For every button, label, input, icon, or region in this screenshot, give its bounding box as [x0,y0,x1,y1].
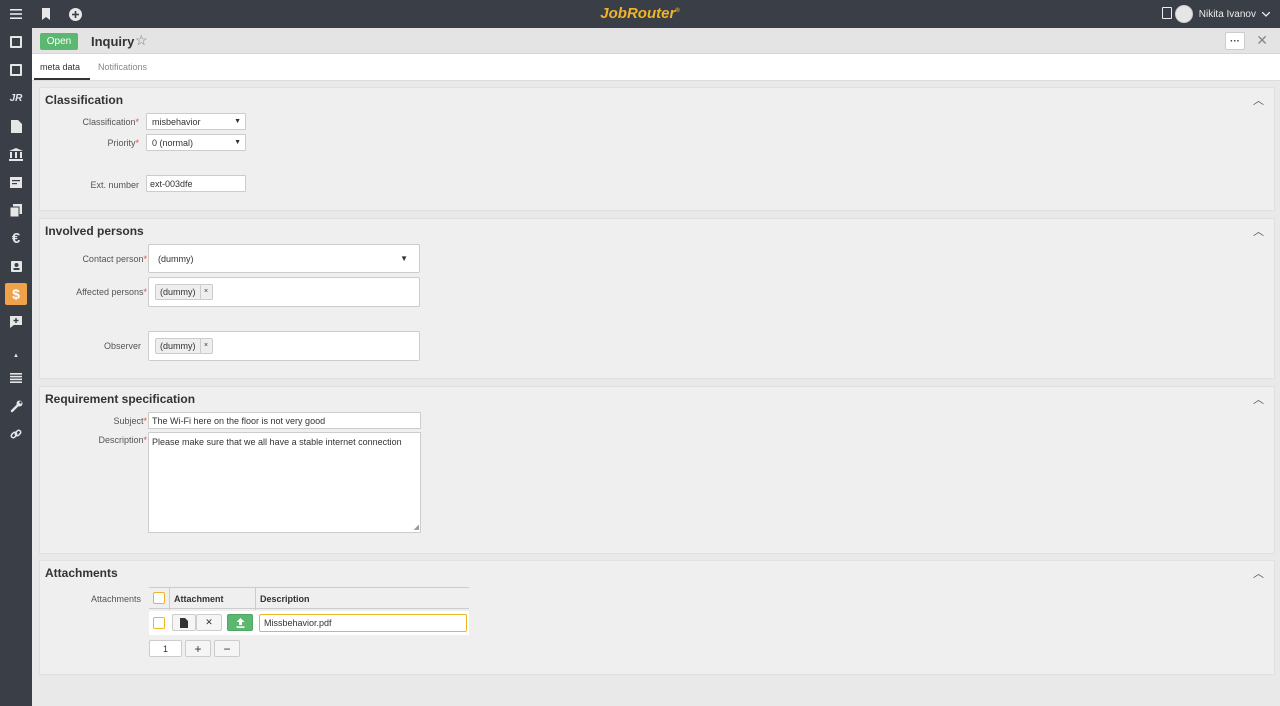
column-header-attachment: Attachment [174,594,224,604]
section-requirement-specification: Requirement specification ︿ Subject* The… [39,386,1275,554]
sidebar: JR € $ ▲ [0,28,32,706]
page-title: Inquiry [91,34,135,49]
section-title: Attachments [45,566,118,580]
contact-person-label: Contact person* [82,254,147,264]
person-tag: (dummy) × [155,338,213,354]
sidebar-dollar-icon[interactable]: $ [5,283,27,305]
remove-file-icon[interactable]: ✕ [196,614,222,631]
table-header: Attachment Description [149,587,469,610]
section-classification: Classification ︿ Classification* misbeha… [39,87,1275,211]
top-bar: JobRouter® Nikita Ivanov [0,0,1280,28]
section-title: Classification [45,93,124,107]
dropdown-arrow-icon: ▼ [234,118,241,125]
collapse-chevron-icon[interactable]: ︿ [1253,565,1264,581]
affected-persons-input[interactable]: (dummy) × [148,277,420,307]
table-row: ✕ Missbehavior.pdf [149,611,469,635]
star-icon[interactable]: ☆ [135,32,148,49]
classification-label: Classification* [82,117,139,127]
remove-row-button[interactable]: − [214,640,240,657]
resize-handle-icon[interactable]: ◢ [414,523,419,531]
bookmark-icon[interactable] [32,0,60,28]
description-label: Description* [98,435,147,445]
avatar [1174,5,1193,23]
more-options-button[interactable]: ··· [1225,32,1245,50]
sidebar-form-icon[interactable] [5,171,27,193]
tab-meta-data[interactable]: meta data [40,62,80,72]
sidebar-inbox-icon[interactable] [5,31,27,53]
sidebar-wrench-icon[interactable] [5,395,27,417]
sidebar-jr-icon[interactable]: JR [5,87,27,109]
section-attachments: Attachments ︿ Attachments Attachment Des… [39,560,1275,675]
sidebar-feedback-icon[interactable] [5,311,27,333]
collapse-chevron-icon[interactable]: ︿ [1253,391,1264,407]
user-name: Nikita Ivanov [1198,8,1256,20]
collapse-chevron-icon[interactable]: ︿ [1253,223,1264,239]
row-count-input[interactable]: 1 [149,640,182,657]
dropdown-arrow-icon: ▼ [400,254,408,263]
section-title: Involved persons [45,224,144,238]
observer-input[interactable]: (dummy) × [148,331,420,361]
sidebar-bank-icon[interactable] [5,143,27,165]
add-row-button[interactable]: + [185,640,211,657]
close-icon[interactable]: ✕ [1256,32,1268,49]
subject-input[interactable]: The Wi-Fi here on the floor is not very … [148,412,421,429]
tag-remove-icon[interactable]: × [199,339,212,353]
sidebar-list-icon[interactable] [5,367,27,389]
tab-notifications[interactable]: Notifications [98,62,147,72]
select-all-checkbox[interactable] [153,592,165,604]
description-textarea[interactable]: Please make sure that we all have a stab… [148,432,421,533]
status-open-button[interactable]: Open [40,33,78,50]
sidebar-euro-icon[interactable]: € [5,227,27,249]
sidebar-collapse-icon[interactable]: ▲ [5,345,27,367]
active-tab-indicator [34,78,90,80]
collapse-chevron-icon[interactable]: ︿ [1253,92,1264,108]
ext-number-input[interactable]: ext-003dfe [146,175,246,192]
dropdown-arrow-icon: ▼ [234,139,241,146]
attachment-description-input[interactable]: Missbehavior.pdf [259,614,467,632]
ext-number-label: Ext. number [90,180,139,190]
section-title: Requirement specification [45,392,196,406]
affected-persons-label: Affected persons* [76,287,147,297]
file-icon[interactable] [172,614,196,631]
row-checkbox[interactable] [153,617,165,629]
app-logo: JobRouter® [600,5,680,22]
subject-label: Subject* [113,416,147,426]
attachments-label: Attachments [90,594,141,604]
upload-icon[interactable] [227,614,253,631]
sidebar-document-icon[interactable] [5,115,27,137]
user-menu[interactable]: Nikita Ivanov [1174,4,1270,24]
person-tag: (dummy) × [155,284,213,300]
clipboard-icon[interactable] [1162,7,1172,19]
sidebar-link-icon[interactable] [5,423,27,445]
classification-select[interactable]: misbehavior ▼ [146,113,246,130]
column-header-description: Description [260,594,310,604]
section-involved-persons: Involved persons ︿ Contact person* (dumm… [39,218,1275,379]
observer-label: Observer [103,341,141,351]
sidebar-copy-icon[interactable] [5,199,27,221]
priority-label: Priority* [107,138,139,148]
tab-bar: meta data Notifications [32,54,1280,81]
sidebar-badge-icon[interactable] [5,255,27,277]
process-header: Open Inquiry ☆ ··· ✕ [32,28,1280,54]
chevron-down-icon [1262,11,1270,17]
menu-icon[interactable] [2,0,30,28]
contact-person-select[interactable]: (dummy) ▼ [148,244,420,273]
priority-select[interactable]: 0 (normal) ▼ [146,134,246,151]
sidebar-done-icon[interactable] [5,59,27,81]
add-circle-icon[interactable] [61,0,89,28]
tag-remove-icon[interactable]: × [199,285,212,299]
